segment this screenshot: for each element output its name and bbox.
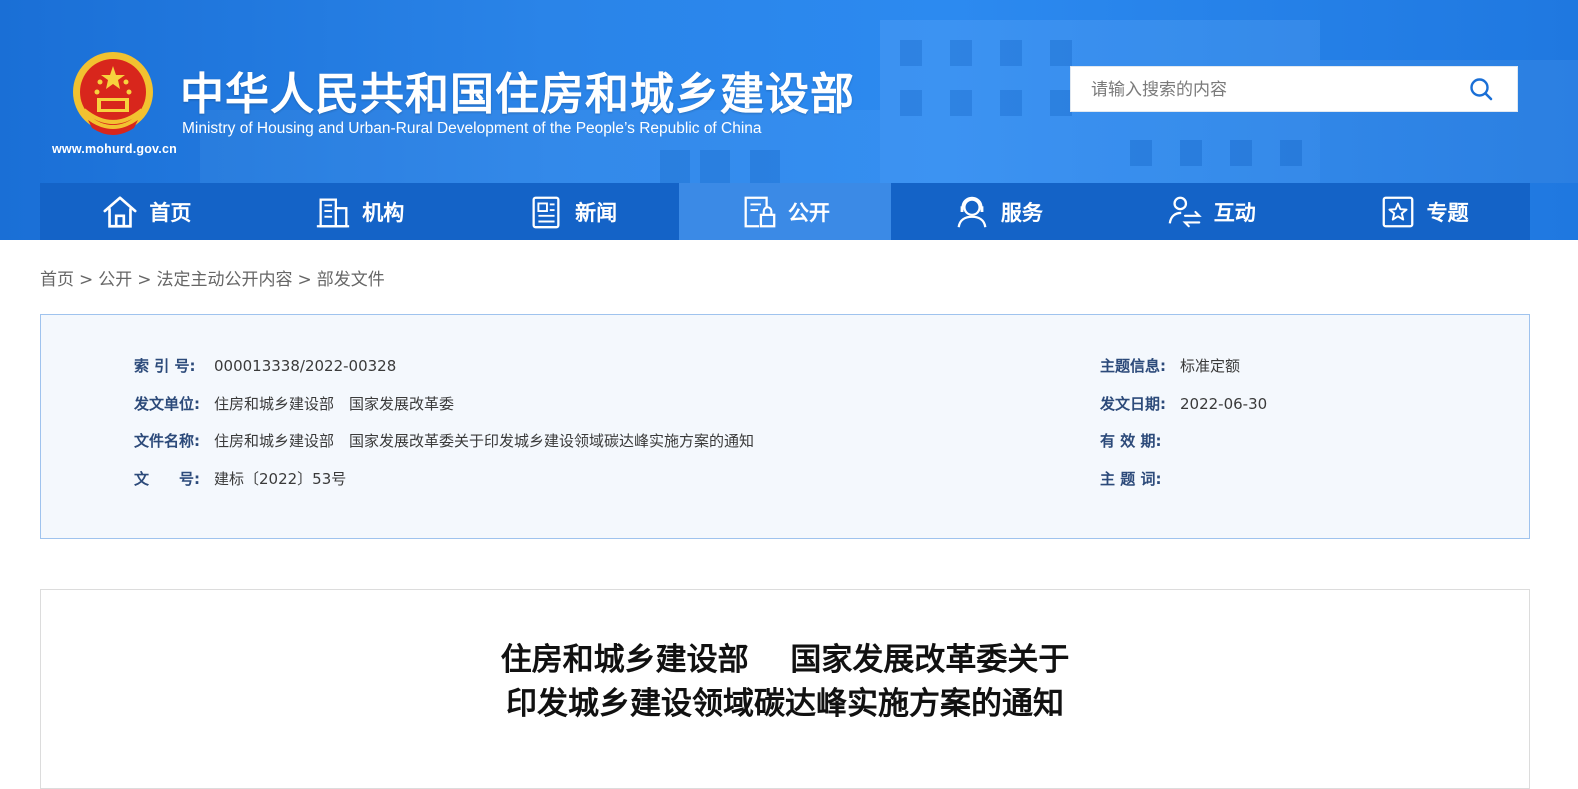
home-icon: [103, 195, 137, 228]
service-person-icon: [957, 196, 987, 227]
issue-date-label: 发文日期:: [1100, 395, 1166, 413]
issuer-label: 发文单位:: [134, 395, 200, 413]
breadcrumb-open-link[interactable]: 公开: [98, 270, 132, 290]
article-title-line-1: 住房和城乡建设部 国家发展改革委关于: [500, 642, 1070, 678]
nav-item-home[interactable]: 首页: [40, 183, 253, 240]
index-number-value: 000013338/2022-00328: [214, 357, 397, 375]
main-nav: 首页 机构 新闻 公开 服务 互动 专题: [40, 183, 1530, 240]
document-number-row: 文 号: 建标〔2022〕53号: [134, 468, 346, 489]
nav-item-interaction[interactable]: 互动: [1104, 183, 1317, 240]
nav-item-label: 专题: [1426, 200, 1469, 225]
search-icon[interactable]: [1469, 77, 1493, 101]
document-lock-icon: [744, 196, 776, 227]
breadcrumb-statutory-link[interactable]: 法定主动公开内容: [157, 270, 293, 290]
document-number-value: 建标〔2022〕53号: [214, 470, 347, 488]
search-box: [1070, 66, 1518, 113]
article-title: 住房和城乡建设部 国家发展改革委关于 印发城乡建设领域碳达峰实施方案的通知: [41, 638, 1529, 726]
nav-item-services[interactable]: 服务: [891, 183, 1104, 240]
topic-row: 主题信息: 标准定额: [1100, 355, 1240, 376]
nav-item-label: 新闻: [575, 200, 618, 225]
nav-item-institutions[interactable]: 机构: [253, 183, 466, 240]
filename-label: 文件名称:: [134, 432, 200, 450]
breadcrumb: 首页 > 公开 > 法定主动公开内容 > 部发文件: [40, 265, 385, 290]
keywords-row: 主 题 词:: [1100, 468, 1180, 489]
issuer-value: 住房和城乡建设部 国家发展改革委: [214, 395, 455, 413]
filename-row: 文件名称: 住房和城乡建设部 国家发展改革委关于印发城乡建设领域碳达峰实施方案的通…: [134, 430, 754, 451]
topic-label: 主题信息:: [1100, 357, 1166, 375]
index-number-label: 索 引 号:: [134, 357, 196, 375]
topic-value: 标准定额: [1180, 357, 1241, 375]
nav-item-topics[interactable]: 专题: [1317, 183, 1530, 240]
filename-value: 住房和城乡建设部 国家发展改革委关于印发城乡建设领域碳达峰实施方案的通知: [214, 432, 755, 450]
nav-item-label: 首页: [149, 200, 192, 225]
nav-item-label: 公开: [788, 200, 830, 225]
nav-item-label: 服务: [1000, 200, 1043, 225]
index-number-row: 索 引 号: 000013338/2022-00328: [134, 355, 396, 376]
site-title-chinese: 中华人民共和国住房和城乡建设部: [180, 69, 855, 120]
nav-item-label: 机构: [362, 200, 405, 225]
keywords-label: 主 题 词:: [1100, 470, 1162, 488]
nav-item-news[interactable]: 新闻: [466, 183, 679, 240]
breadcrumb-separator: >: [79, 270, 94, 290]
article-title-line-2: 印发城乡建设领域碳达峰实施方案的通知: [506, 686, 1064, 722]
nav-item-label: 互动: [1213, 200, 1256, 225]
nav-item-open[interactable]: 公开: [678, 183, 892, 240]
validity-row: 有 效 期:: [1100, 430, 1180, 451]
star-box-icon: [1382, 196, 1413, 227]
search-input[interactable]: [1089, 67, 1453, 113]
site-title-english: Ministry of Housing and Urban-Rural Deve…: [182, 120, 762, 137]
interaction-icon: [1168, 196, 1202, 227]
document-number-label: 文 号:: [134, 470, 200, 488]
breadcrumb-separator: >: [137, 270, 152, 290]
issuer-row: 发文单位: 住房和城乡建设部 国家发展改革委: [134, 393, 454, 414]
site-url: www.mohurd.gov.cn: [52, 142, 177, 156]
issue-date-value: 2022-06-30: [1180, 395, 1268, 413]
document-metadata-box: 索 引 号: 000013338/2022-00328 发文单位: 住房和城乡建设部…: [40, 314, 1530, 539]
national-emblem-icon: [73, 52, 153, 135]
breadcrumb-home-link[interactable]: 首页: [40, 270, 74, 290]
issue-date-row: 发文日期: 2022-06-30: [1100, 393, 1267, 414]
news-icon: [532, 196, 560, 228]
article-body: 住房和城乡建设部 国家发展改革委关于 印发城乡建设领域碳达峰实施方案的通知: [40, 589, 1530, 789]
validity-label: 有 效 期:: [1100, 432, 1162, 450]
breadcrumb-separator: >: [297, 270, 312, 290]
building-icon: [317, 198, 350, 227]
breadcrumb-documents-link[interactable]: 部发文件: [317, 270, 385, 290]
